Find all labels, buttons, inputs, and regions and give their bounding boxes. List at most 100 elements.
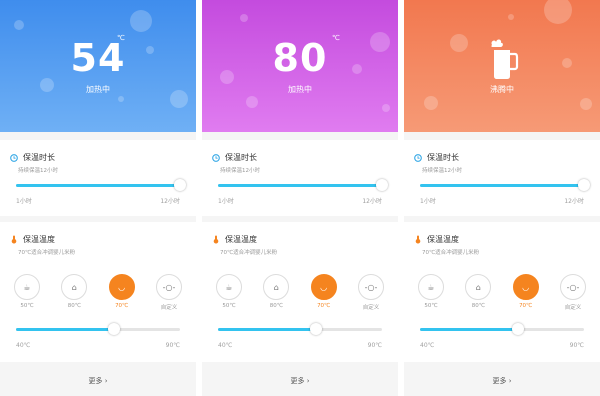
keep-temp-subtitle: 70℃适合冲调婴儿米粉 bbox=[220, 250, 278, 256]
card-title-row: 保温温度 bbox=[414, 234, 459, 245]
keep-temp-slider[interactable] bbox=[420, 323, 584, 335]
bubble-decoration bbox=[246, 96, 258, 108]
kettle-screen-1: 54 ℃ 加热中 保温时长 持续保温12小时 1小时 12小时 保温温度 70℃… bbox=[0, 0, 196, 396]
card-title-row: 保温时长 bbox=[414, 152, 459, 163]
current-temperature: 54 bbox=[70, 36, 126, 80]
status-hero: 54 ℃ 加热中 bbox=[0, 0, 196, 132]
custom-icon[interactable]: -○- bbox=[559, 274, 586, 300]
preset-custom[interactable]: -○- 自定义 bbox=[558, 274, 588, 311]
card-title-row: 保温时长 bbox=[212, 152, 257, 163]
slider-handle[interactable] bbox=[108, 323, 121, 335]
preset-label: 70℃ bbox=[115, 303, 129, 309]
slider-handle[interactable] bbox=[512, 323, 525, 335]
slider-min-label: 1小时 bbox=[218, 198, 234, 205]
card-title-row: 保温温度 bbox=[10, 234, 55, 245]
slider-min-label: 40℃ bbox=[420, 342, 435, 349]
cup-icon[interactable]: ☕ bbox=[14, 274, 40, 300]
preset-custom[interactable]: -○- 自定义 bbox=[356, 274, 386, 311]
preset-80[interactable]: ⌂ 80℃ bbox=[59, 274, 89, 311]
bubble-decoration bbox=[424, 96, 438, 110]
teapot-icon[interactable]: ⌂ bbox=[465, 274, 492, 300]
bowl-icon[interactable]: ◡ bbox=[512, 274, 539, 300]
keep-warm-subtitle: 持续保温12小时 bbox=[18, 168, 58, 174]
preset-label: 80℃ bbox=[471, 303, 485, 309]
slider-handle[interactable] bbox=[376, 179, 388, 191]
keep-temp-slider[interactable] bbox=[16, 323, 180, 335]
bubble-decoration bbox=[562, 58, 572, 68]
slider-max-label: 12小时 bbox=[564, 198, 584, 205]
custom-icon[interactable]: -○- bbox=[155, 274, 182, 300]
preset-70[interactable]: ◡ 70℃ bbox=[107, 274, 137, 311]
more-label: 更多 bbox=[290, 377, 305, 385]
custom-icon[interactable]: -○- bbox=[357, 274, 384, 300]
clock-icon bbox=[10, 153, 18, 162]
keep-temp-title: 保温温度 bbox=[225, 235, 257, 244]
thermometer-icon bbox=[213, 235, 219, 244]
preset-50[interactable]: ☕ 50℃ bbox=[12, 274, 42, 311]
bowl-icon[interactable]: ◡ bbox=[108, 274, 135, 300]
bowl-icon[interactable]: ◡ bbox=[310, 274, 337, 300]
keep-temp-subtitle: 70℃适合冲调婴儿米粉 bbox=[422, 250, 480, 256]
preset-label: 自定义 bbox=[564, 305, 582, 311]
thermometer-icon bbox=[11, 235, 17, 244]
slider-max-label: 90℃ bbox=[569, 342, 584, 349]
preset-label: 50℃ bbox=[222, 303, 236, 309]
keep-warm-slider[interactable] bbox=[16, 179, 186, 191]
keep-warm-subtitle: 持续保温12小时 bbox=[220, 168, 260, 174]
preset-80[interactable]: ⌂ 80℃ bbox=[463, 274, 493, 311]
preset-label: 50℃ bbox=[424, 303, 438, 309]
preset-label: 自定义 bbox=[160, 305, 178, 311]
slider-handle[interactable] bbox=[310, 323, 323, 335]
preset-80[interactable]: ⌂ 80℃ bbox=[261, 274, 291, 311]
bubble-decoration bbox=[508, 14, 514, 20]
keep-temp-subtitle: 70℃适合冲调婴儿米粉 bbox=[18, 250, 76, 256]
preset-50[interactable]: ☕ 50℃ bbox=[214, 274, 244, 311]
more-button[interactable]: 更多 › bbox=[0, 376, 196, 386]
slider-max-label: 12小时 bbox=[160, 198, 180, 205]
kettle-screen-2: 80 ℃ 加热中 保温时长 持续保温12小时 1小时 12小时 保温温度 70℃… bbox=[202, 0, 398, 396]
kettle-screen-3: 沸腾中 保温时长 持续保温12小时 1小时 12小时 保温温度 70℃适合冲调婴… bbox=[404, 0, 600, 396]
teapot-icon[interactable]: ⌂ bbox=[263, 274, 290, 300]
keep-warm-duration-card: 保温时长 持续保温12小时 1小时 12小时 bbox=[404, 140, 600, 216]
preset-70[interactable]: ◡ 70℃ bbox=[309, 274, 339, 311]
more-button[interactable]: 更多 › bbox=[202, 376, 398, 386]
keep-warm-title: 保温时长 bbox=[427, 153, 459, 162]
cup-icon[interactable]: ☕ bbox=[418, 274, 444, 300]
status-hero: 80 ℃ 加热中 bbox=[202, 0, 398, 132]
preset-50[interactable]: ☕ 50℃ bbox=[416, 274, 446, 311]
card-title-row: 保温时长 bbox=[10, 152, 55, 163]
slider-min-label: 1小时 bbox=[16, 198, 32, 205]
teapot-icon[interactable]: ⌂ bbox=[61, 274, 88, 300]
chevron-right-icon: › bbox=[508, 377, 512, 385]
bubble-decoration bbox=[14, 20, 24, 30]
chevron-right-icon: › bbox=[104, 377, 108, 385]
more-label: 更多 bbox=[88, 377, 103, 385]
keep-warm-title: 保温时长 bbox=[23, 153, 55, 162]
keep-warm-slider[interactable] bbox=[420, 179, 590, 191]
bubble-decoration bbox=[130, 10, 152, 32]
temperature-unit: ℃ bbox=[117, 34, 125, 42]
preset-label: 80℃ bbox=[269, 303, 283, 309]
preset-70[interactable]: ◡ 70℃ bbox=[511, 274, 541, 311]
keep-warm-slider[interactable] bbox=[218, 179, 388, 191]
temperature-unit: ℃ bbox=[332, 34, 340, 42]
slider-max-label: 90℃ bbox=[165, 342, 180, 349]
slider-fill bbox=[218, 328, 317, 331]
more-button[interactable]: 更多 › bbox=[404, 376, 600, 386]
keep-warm-title: 保温时长 bbox=[225, 153, 257, 162]
slider-handle[interactable] bbox=[174, 179, 186, 191]
temperature-presets: ☕ 50℃ ⌂ 80℃ ◡ 70℃ -○- 自定义 bbox=[416, 274, 588, 311]
boiling-kettle-icon bbox=[491, 39, 519, 79]
slider-min-label: 1小时 bbox=[420, 198, 436, 205]
preset-custom[interactable]: -○- 自定义 bbox=[154, 274, 184, 311]
keep-temp-slider[interactable] bbox=[218, 323, 382, 335]
current-temperature: 80 bbox=[272, 36, 328, 80]
chevron-right-icon: › bbox=[306, 377, 310, 385]
clock-icon bbox=[414, 153, 422, 162]
cup-icon[interactable]: ☕ bbox=[216, 274, 242, 300]
card-title-row: 保温温度 bbox=[212, 234, 257, 245]
preset-label: 70℃ bbox=[519, 303, 533, 309]
temperature-presets: ☕ 50℃ ⌂ 80℃ ◡ 70℃ -○- 自定义 bbox=[214, 274, 386, 311]
slider-handle[interactable] bbox=[578, 179, 590, 191]
slider-min-label: 40℃ bbox=[218, 342, 233, 349]
